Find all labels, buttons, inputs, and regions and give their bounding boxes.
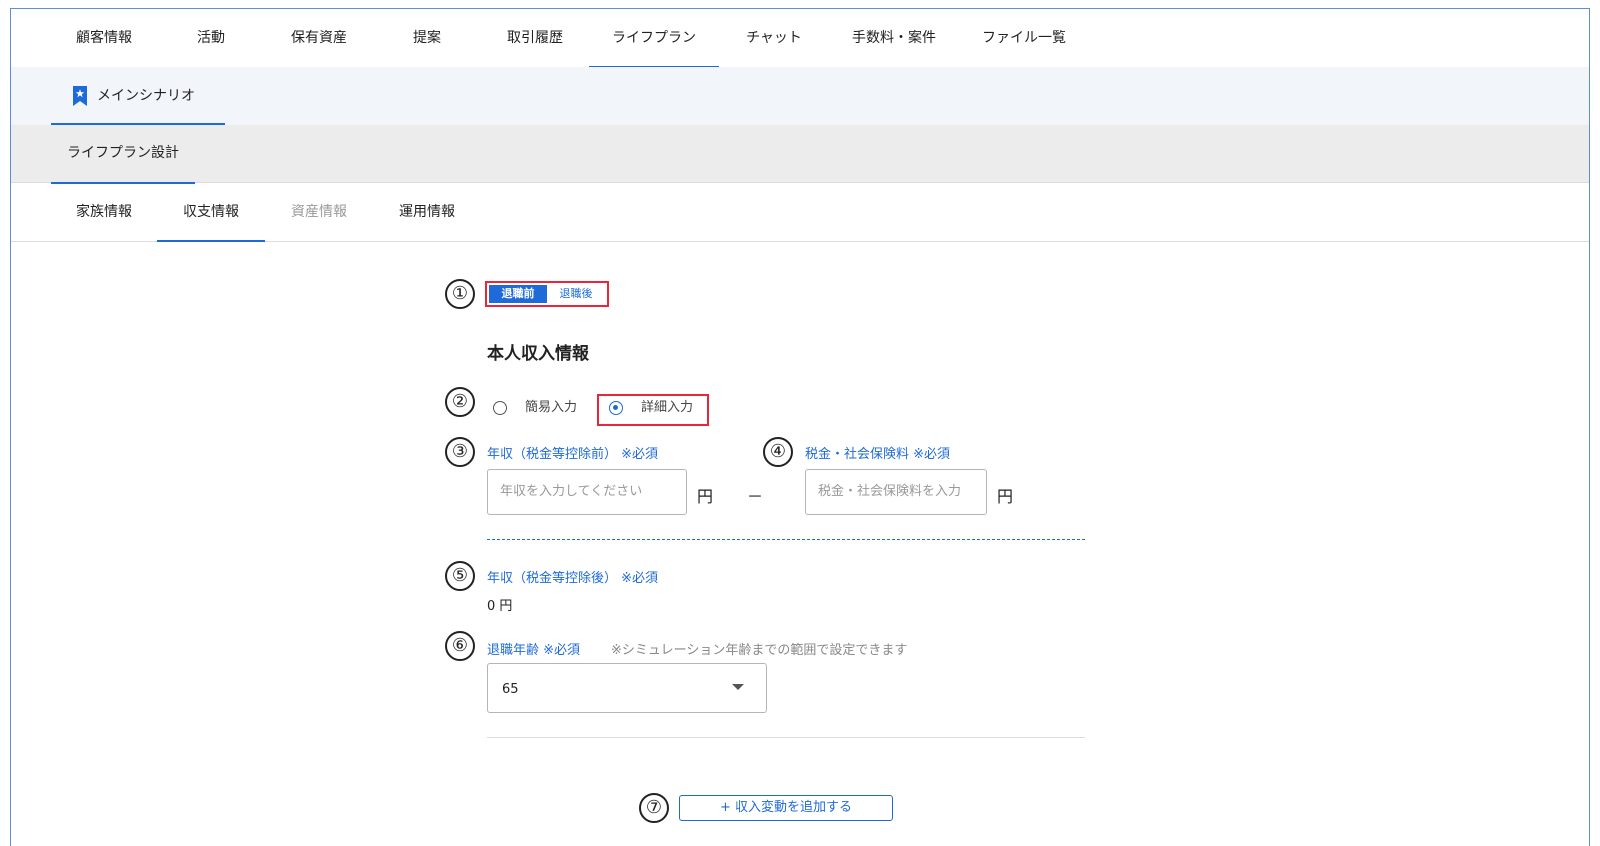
retirement-toggle: 退職前 退職後 xyxy=(485,281,609,307)
section-title: 本人収入情報 xyxy=(487,344,589,364)
tab-proposal[interactable]: 提案 xyxy=(373,9,481,67)
retirement-age-label-text: 退職年齢 xyxy=(487,643,540,658)
marker-3: ③ xyxy=(445,437,475,467)
retirement-age-hint: ※シミュレーション年齢までの範囲で設定できます xyxy=(611,643,908,658)
radio-label-detail: 詳細入力 xyxy=(641,400,694,415)
tab-fees-cases[interactable]: 手数料・案件 xyxy=(829,9,959,67)
scenario-main[interactable]: メインシナリオ xyxy=(51,67,225,125)
tab-income-expense[interactable]: 収支情報 xyxy=(157,183,265,242)
add-income-change-button[interactable]: + 収入変動を追加する xyxy=(679,795,893,821)
income-before-tax-label-text: 年収（税金等控除前） xyxy=(487,447,618,462)
income-after-tax-label-text: 年収（税金等控除後） xyxy=(487,571,618,586)
retirement-age-label: 退職年齢 ※必須 xyxy=(487,639,580,658)
radio-simple-input[interactable]: 簡易入力 xyxy=(493,393,593,423)
retirement-age-value: 65 xyxy=(502,682,519,697)
solid-divider xyxy=(487,737,1085,738)
tax-insurance-input[interactable]: 税金・社会保険料を入力 xyxy=(805,469,987,515)
tab-family-info[interactable]: 家族情報 xyxy=(51,183,157,241)
dashed-divider xyxy=(487,539,1085,540)
chevron-down-icon xyxy=(732,684,744,690)
radio-circle-detail[interactable] xyxy=(609,401,623,415)
tab-chat[interactable]: チャット xyxy=(719,9,829,67)
scenario-bar: メインシナリオ xyxy=(11,67,1589,125)
tab-life-plan-design[interactable]: ライフプラン設計 xyxy=(51,125,195,184)
retirement-age-required: ※必須 xyxy=(543,643,581,658)
tab-life-plan[interactable]: ライフプラン xyxy=(589,9,719,68)
tab-transaction-history[interactable]: 取引履歴 xyxy=(481,9,589,67)
tab-activity[interactable]: 活動 xyxy=(157,9,265,67)
income-after-tax-label: 年収（税金等控除後） ※必須 xyxy=(487,567,658,586)
radio-detail-input[interactable]: 詳細入力 xyxy=(609,393,705,423)
tax-insurance-label-text: 税金・社会保険料 xyxy=(805,447,910,462)
income-after-tax-value: 0 円 xyxy=(487,599,513,614)
marker-7: ⑦ xyxy=(639,793,669,823)
toggle-after-retirement[interactable]: 退職後 xyxy=(547,285,605,303)
plan-design-bar: ライフプラン設計 xyxy=(11,125,1589,184)
app-frame: 顧客情報 活動 保有資産 提案 取引履歴 ライフプラン チャット 手数料・案件 … xyxy=(10,8,1590,846)
marker-1: ① xyxy=(445,279,475,309)
tax-insurance-label: 税金・社会保険料 ※必須 xyxy=(805,443,950,462)
toggle-before-retirement[interactable]: 退職前 xyxy=(489,285,547,303)
income-before-tax-input[interactable]: 年収を入力してください xyxy=(487,469,687,515)
tax-insurance-required: ※必須 xyxy=(913,447,951,462)
marker-6: ⑥ xyxy=(445,631,475,661)
marker-5: ⑤ xyxy=(445,561,475,591)
tab-customer-info[interactable]: 顧客情報 xyxy=(51,9,157,67)
radio-circle-simple[interactable] xyxy=(493,401,507,415)
income-before-tax-label: 年収（税金等控除前） ※必須 xyxy=(487,443,658,462)
tax-insurance-unit: 円 xyxy=(997,487,1014,506)
income-before-tax-required: ※必須 xyxy=(621,447,659,462)
bookmark-star-icon xyxy=(73,86,87,106)
retirement-age-select[interactable]: 65 xyxy=(487,663,767,713)
top-nav: 顧客情報 活動 保有資産 提案 取引履歴 ライフプラン チャット 手数料・案件 … xyxy=(11,9,1589,68)
tab-investment-info[interactable]: 運用情報 xyxy=(373,183,481,241)
marker-2: ② xyxy=(445,387,475,417)
tab-asset-info: 資産情報 xyxy=(291,204,347,220)
scenario-label: メインシナリオ xyxy=(97,88,195,104)
income-after-tax-required: ※必須 xyxy=(621,571,659,586)
tab-assets[interactable]: 保有資産 xyxy=(265,9,373,67)
sub-nav: 家族情報 収支情報 資産情報 運用情報 xyxy=(11,183,1589,242)
tab-file-list[interactable]: ファイル一覧 xyxy=(959,9,1089,67)
radio-label-simple: 簡易入力 xyxy=(525,400,578,415)
minus-sign: － xyxy=(747,487,764,506)
income-before-tax-unit: 円 xyxy=(697,487,714,506)
marker-4: ④ xyxy=(763,437,793,467)
